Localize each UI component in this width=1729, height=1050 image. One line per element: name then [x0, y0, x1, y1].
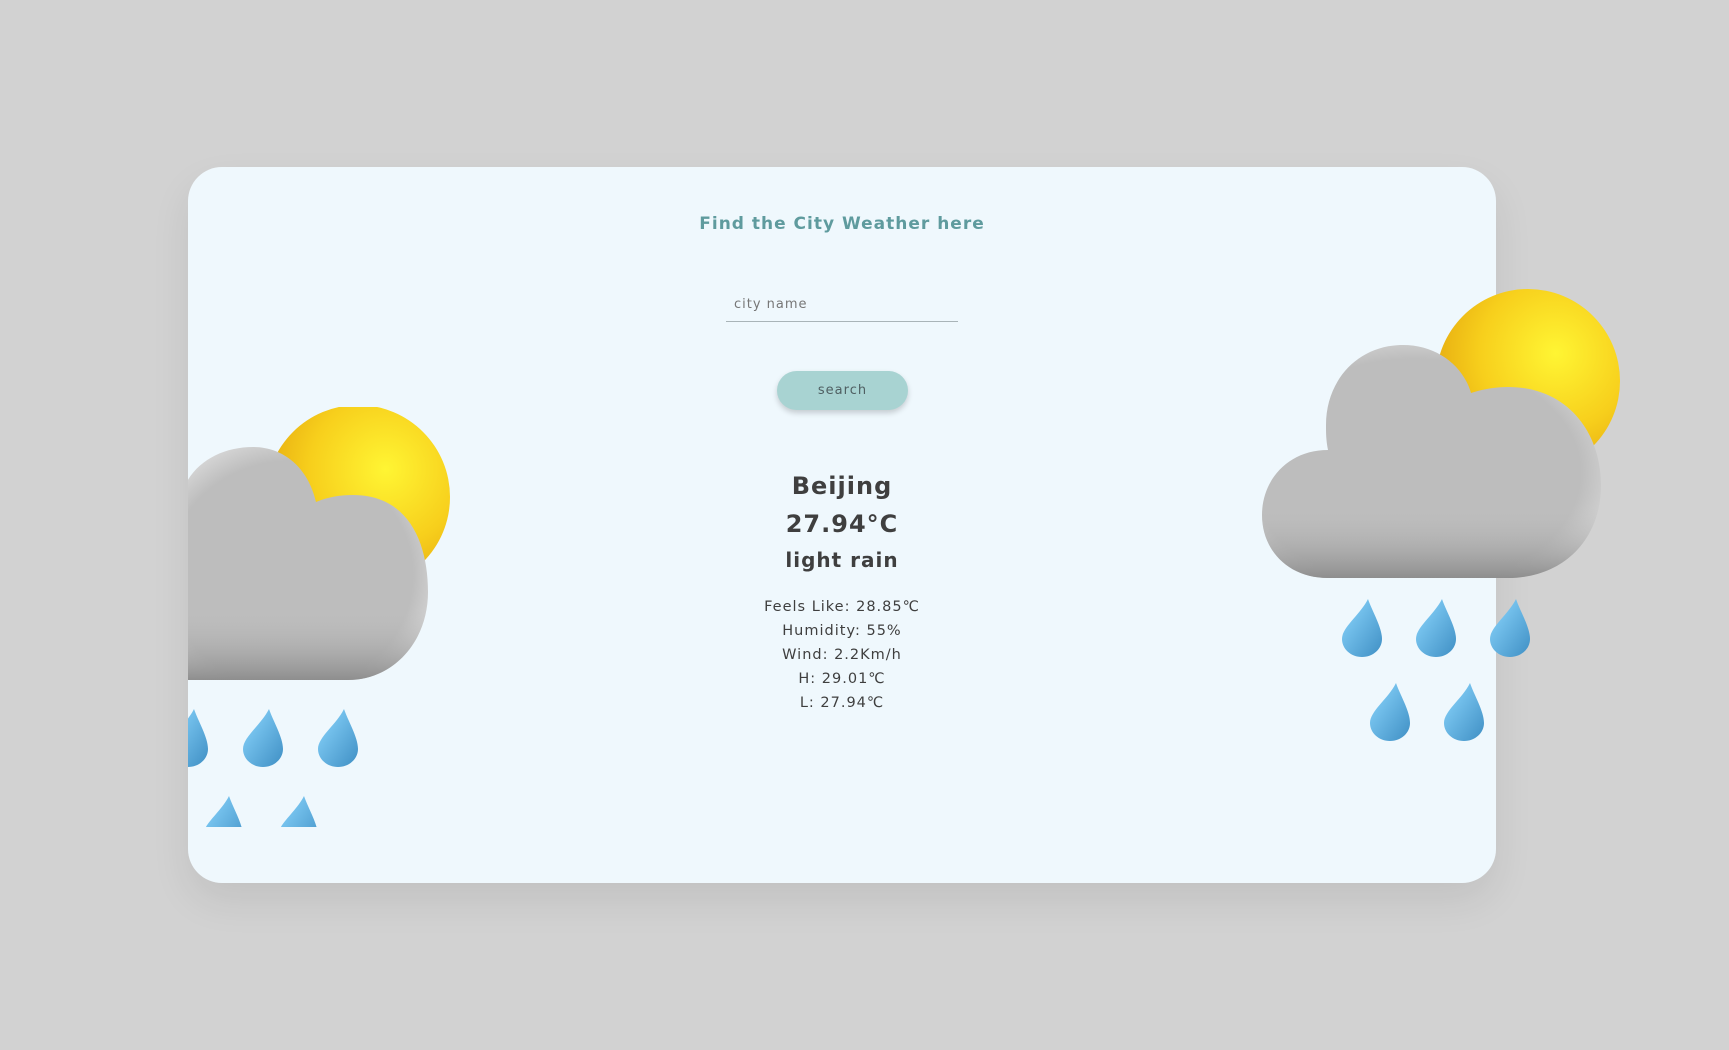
sun-cloud-rain-icon [1262, 289, 1620, 741]
search-button[interactable]: search [777, 371, 908, 410]
page-title: Find the City Weather here [699, 214, 985, 234]
city-name-input[interactable] [726, 288, 958, 322]
